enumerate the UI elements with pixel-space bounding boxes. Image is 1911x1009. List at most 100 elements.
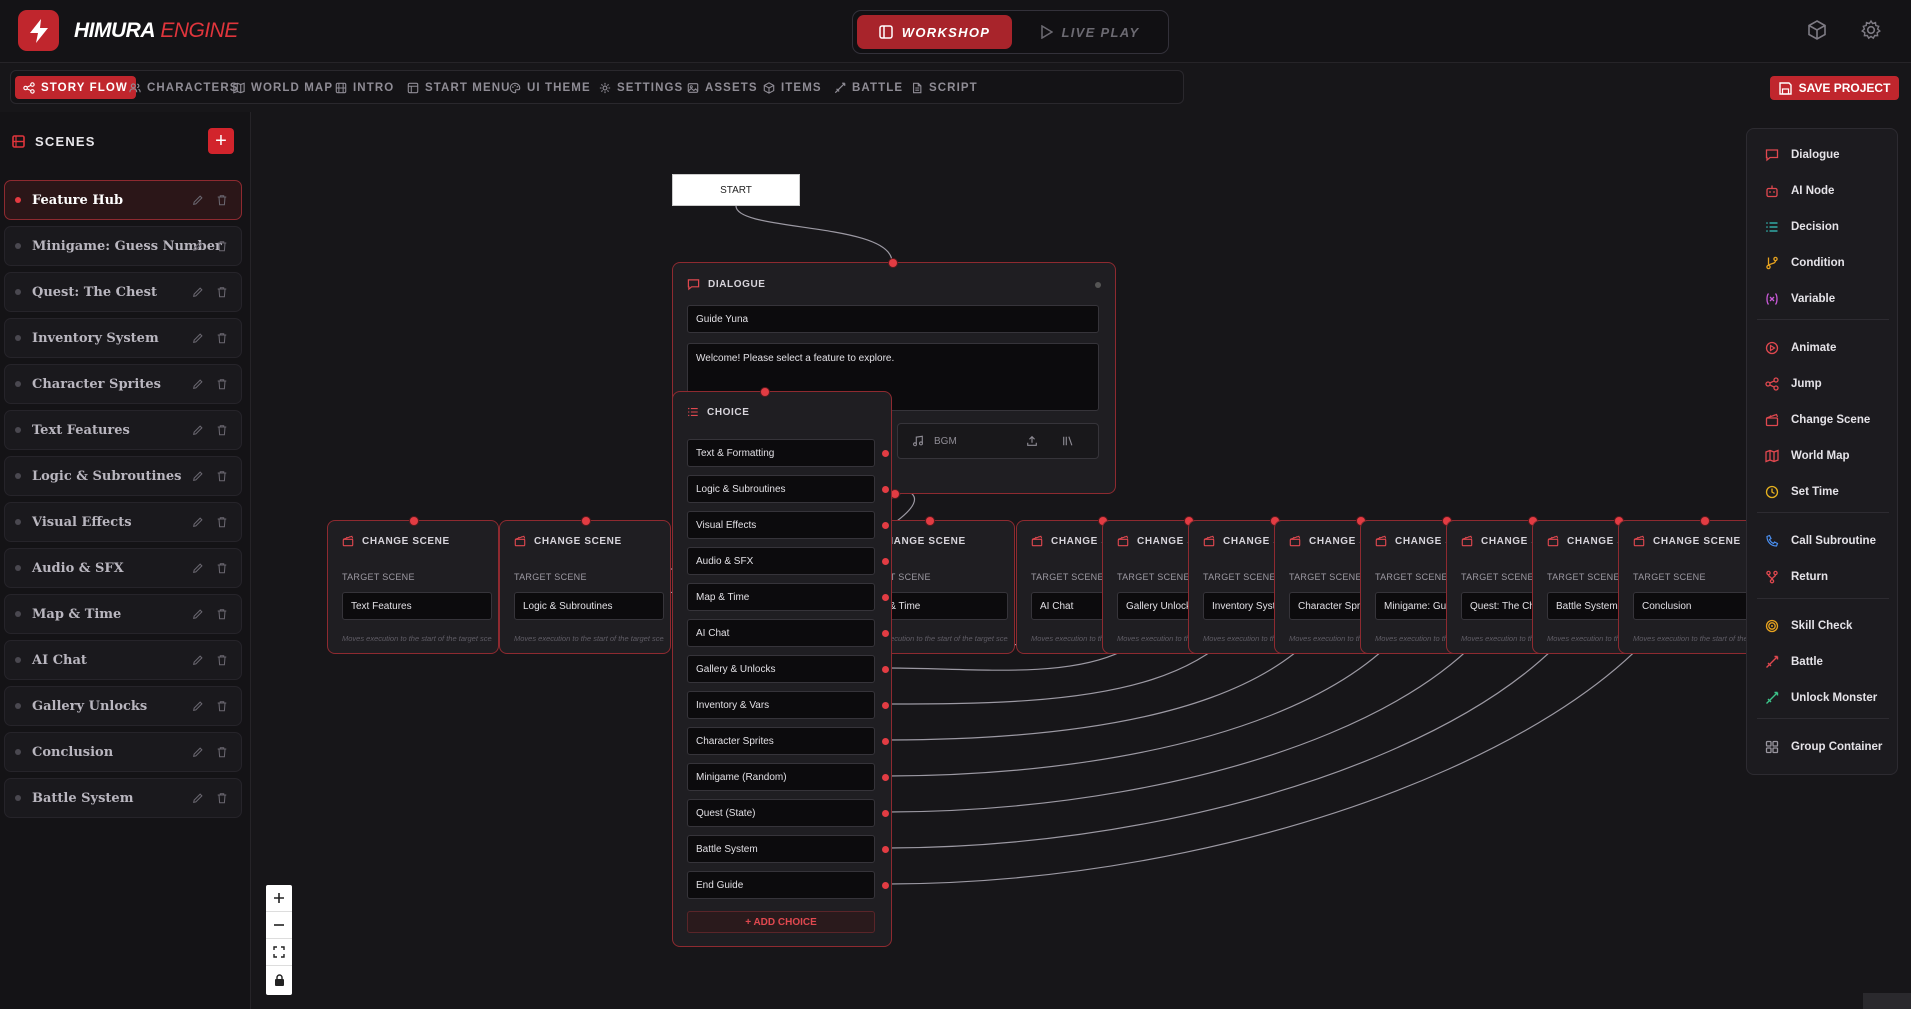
choice-option[interactable]: Inventory & Vars xyxy=(687,691,875,719)
edit-scene-button[interactable] xyxy=(192,286,204,298)
delete-scene-button[interactable] xyxy=(216,240,228,252)
palette-call-subroutine[interactable]: Call Subroutine xyxy=(1765,531,1876,551)
choice-option[interactable]: Map & Time xyxy=(687,583,875,611)
connection-port[interactable] xyxy=(409,516,419,526)
edit-scene-button[interactable] xyxy=(192,378,204,390)
edit-scene-button[interactable] xyxy=(192,332,204,344)
connection-port[interactable] xyxy=(881,557,889,565)
tab-ui-theme[interactable]: UI THEME xyxy=(501,76,599,99)
scene-item[interactable]: AI Chat xyxy=(4,640,242,680)
palette-skill-check[interactable]: Skill Check xyxy=(1765,616,1852,636)
scene-item[interactable]: Minigame: Guess Number xyxy=(4,226,242,266)
scene-item[interactable]: Logic & Subroutines xyxy=(4,456,242,496)
choice-option[interactable]: Quest (State) xyxy=(687,799,875,827)
story-flow-canvas[interactable]: START CHANGE SCENE TARGET SCENE Text Feat… xyxy=(252,112,1911,1009)
connection-port[interactable] xyxy=(925,516,935,526)
connection-port[interactable] xyxy=(881,449,889,457)
scene-item[interactable]: Audio & SFX xyxy=(4,548,242,588)
palette-condition[interactable]: Condition xyxy=(1765,253,1845,273)
palette-battle[interactable]: Battle xyxy=(1765,652,1823,672)
palette-animate[interactable]: Animate xyxy=(1765,338,1836,358)
edit-scene-button[interactable] xyxy=(192,562,204,574)
choice-option[interactable]: Gallery & Unlocks xyxy=(687,655,875,683)
tab-intro[interactable]: INTRO xyxy=(327,76,402,99)
tab-assets[interactable]: ASSETS xyxy=(679,76,766,99)
delete-scene-button[interactable] xyxy=(216,654,228,666)
speaker-field[interactable]: Guide Yuna xyxy=(687,305,1099,333)
target-scene-select[interactable]: Text Features xyxy=(342,592,492,620)
scene-item[interactable]: Conclusion xyxy=(4,732,242,772)
choice-option[interactable]: End Guide xyxy=(687,871,875,899)
workshop-mode-button[interactable]: WORKSHOP xyxy=(857,15,1012,49)
choice-option[interactable]: Character Sprites xyxy=(687,727,875,755)
cube-icon[interactable] xyxy=(1806,19,1830,43)
scene-item[interactable]: Text Features xyxy=(4,410,242,450)
scene-item[interactable]: Battle System xyxy=(4,778,242,818)
choice-option[interactable]: Audio & SFX xyxy=(687,547,875,575)
palette-jump[interactable]: Jump xyxy=(1765,374,1822,394)
connection-port[interactable] xyxy=(581,516,591,526)
palette-world-map[interactable]: World Map xyxy=(1765,446,1850,466)
connection-port[interactable] xyxy=(888,258,898,268)
delete-scene-button[interactable] xyxy=(216,746,228,758)
edit-scene-button[interactable] xyxy=(192,746,204,758)
delete-scene-button[interactable] xyxy=(216,608,228,620)
bgm-picker[interactable]: BGM xyxy=(897,423,1099,459)
palette-group-container[interactable]: Group Container xyxy=(1765,737,1882,757)
edit-scene-button[interactable] xyxy=(192,516,204,528)
connection-port[interactable] xyxy=(881,809,889,817)
choice-option[interactable]: AI Chat xyxy=(687,619,875,647)
library-button[interactable] xyxy=(1062,435,1074,447)
choice-option[interactable]: Battle System xyxy=(687,835,875,863)
change-scene-node[interactable]: CHANGE SCENE TARGET SCENE Text Features … xyxy=(327,516,499,654)
choice-option[interactable]: Minigame (Random) xyxy=(687,763,875,791)
delete-scene-button[interactable] xyxy=(216,700,228,712)
scene-item[interactable]: Map & Time xyxy=(4,594,242,634)
scene-item[interactable]: Gallery Unlocks xyxy=(4,686,242,726)
edit-scene-button[interactable] xyxy=(192,654,204,666)
edit-scene-button[interactable] xyxy=(192,792,204,804)
scene-item[interactable]: Quest: The Chest xyxy=(4,272,242,312)
edit-scene-button[interactable] xyxy=(192,194,204,206)
delete-scene-button[interactable] xyxy=(216,332,228,344)
connection-port[interactable] xyxy=(881,773,889,781)
palette-unlock-monster[interactable]: Unlock Monster xyxy=(1765,688,1877,708)
tab-settings[interactable]: SETTINGS xyxy=(591,76,691,99)
target-scene-select[interactable]: Logic & Subroutines xyxy=(514,592,664,620)
connection-port[interactable] xyxy=(881,665,889,673)
lock-button[interactable] xyxy=(266,966,292,993)
scene-item[interactable]: Visual Effects xyxy=(4,502,242,542)
choice-option[interactable]: Logic & Subroutines xyxy=(687,475,875,503)
delete-scene-button[interactable] xyxy=(216,470,228,482)
fit-view-button[interactable] xyxy=(266,939,292,966)
delete-scene-button[interactable] xyxy=(216,194,228,206)
tab-battle[interactable]: BATTLE xyxy=(826,76,911,99)
tab-world-map[interactable]: WORLD MAP xyxy=(225,76,341,99)
palette-variable[interactable]: Variable xyxy=(1765,289,1835,309)
delete-scene-button[interactable] xyxy=(216,286,228,298)
start-node[interactable]: START xyxy=(672,174,800,206)
palette-return[interactable]: Return xyxy=(1765,567,1828,587)
scene-item[interactable]: Feature Hub xyxy=(4,180,242,220)
choice-node[interactable]: CHOICE Text & Formatting Logic & Subrouti… xyxy=(672,387,892,947)
scene-item[interactable]: Character Sprites xyxy=(4,364,242,404)
connection-port[interactable] xyxy=(881,629,889,637)
edit-scene-button[interactable] xyxy=(192,700,204,712)
edit-scene-button[interactable] xyxy=(192,424,204,436)
save-project-button[interactable]: SAVE PROJECT xyxy=(1770,76,1899,100)
zoom-out-button[interactable] xyxy=(266,912,292,939)
connection-port[interactable] xyxy=(881,737,889,745)
delete-scene-button[interactable] xyxy=(216,516,228,528)
edit-scene-button[interactable] xyxy=(192,240,204,252)
add-scene-button[interactable]: + xyxy=(208,128,234,154)
palette-decision[interactable]: Decision xyxy=(1765,217,1839,237)
live-play-mode-button[interactable]: LIVE PLAY xyxy=(1016,15,1164,49)
palette-set-time[interactable]: Set Time xyxy=(1765,482,1839,502)
connection-port[interactable] xyxy=(1700,516,1710,526)
tab-story-flow[interactable]: STORY FLOW xyxy=(15,76,136,99)
zoom-in-button[interactable] xyxy=(266,885,292,912)
edit-scene-button[interactable] xyxy=(192,470,204,482)
choice-option[interactable]: Text & Formatting xyxy=(687,439,875,467)
palette-ai-node[interactable]: AI Node xyxy=(1765,181,1834,201)
upload-button[interactable] xyxy=(1026,435,1038,447)
